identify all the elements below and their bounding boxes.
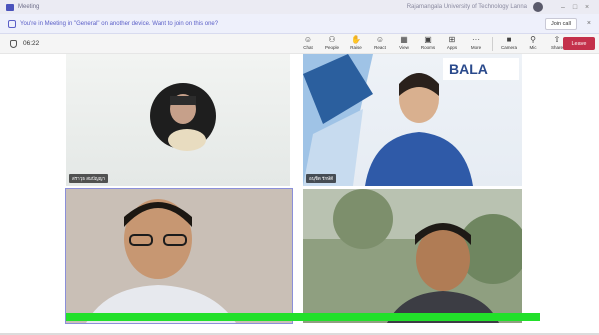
raise-hand-icon: ✋: [351, 35, 361, 44]
camera-button[interactable]: ■ Camera: [497, 35, 521, 51]
toolbar-buttons: ☺ Chat ⚇ People ✋ Raise ☺ React ▦ View ▣ Rooms…: [296, 35, 569, 51]
video-grid: สราวุธ สมปัญญา BALA อนุชิต รักษ์ดี Niwes…: [0, 54, 599, 335]
more-label: More: [470, 45, 482, 50]
participant-tile[interactable]: Chanon Chuenchan: [303, 189, 522, 323]
mic-button[interactable]: ⚲ Mic: [521, 35, 545, 51]
participant-avatar-video: [150, 83, 216, 151]
participant-video: BALA: [303, 54, 519, 186]
svg-text:BALA: BALA: [449, 61, 488, 77]
rooms-label: Rooms: [420, 45, 436, 50]
avatar[interactable]: [533, 2, 543, 12]
participant-video: [303, 189, 522, 323]
participant-tile[interactable]: Niwes Kanrun: [65, 188, 293, 324]
view-button[interactable]: ▦ View: [392, 35, 416, 51]
timer-text: 06:22: [23, 40, 40, 47]
participant-name: อนุชิต รักษ์ดี: [306, 174, 337, 183]
participant-name: สราวุธ สมปัญญา: [69, 174, 108, 183]
react-icon: ☺: [375, 35, 385, 44]
mic-label: Mic: [529, 45, 537, 50]
raise-button[interactable]: ✋ Raise: [344, 35, 368, 51]
close-window-button[interactable]: ×: [581, 4, 593, 11]
people-label: People: [324, 45, 339, 50]
rooms-button[interactable]: ▣ Rooms: [416, 35, 440, 51]
chat-icon: ☺: [303, 35, 313, 44]
meeting-timer: 06:22: [10, 39, 40, 48]
apps-button[interactable]: ⊞ Apps: [440, 35, 464, 51]
teams-icon: [6, 3, 14, 11]
toolbar-divider: [492, 37, 493, 51]
maximize-button[interactable]: □: [569, 4, 581, 11]
minimize-button[interactable]: –: [557, 4, 569, 11]
org-name: Rajamangala University of Technology Lan…: [406, 4, 527, 10]
apps-icon: ⊞: [448, 35, 456, 44]
banner-message: You're in Meeting in "General" on anothe…: [20, 20, 219, 27]
participant-tile[interactable]: BALA อนุชิต รักษ์ดี: [303, 54, 522, 186]
title-bar: Meeting Rajamangala University of Techno…: [0, 0, 599, 14]
join-call-button[interactable]: Join call: [545, 17, 577, 30]
react-button[interactable]: ☺ React: [368, 35, 392, 51]
device-icon: [8, 19, 16, 28]
raise-label: Raise: [350, 45, 362, 50]
banner-close-icon[interactable]: ×: [587, 20, 591, 27]
more-icon: ···: [472, 35, 480, 44]
leave-button[interactable]: Leave: [563, 37, 595, 50]
people-button[interactable]: ⚇ People: [320, 35, 344, 51]
chat-label: Chat: [303, 45, 313, 50]
view-label: View: [399, 45, 409, 50]
rooms-icon: ▣: [424, 35, 432, 44]
active-speaker-bar: [66, 313, 540, 321]
mic-icon: ⚲: [530, 35, 536, 44]
share-label: Share: [550, 45, 563, 50]
people-icon: ⚇: [328, 35, 336, 44]
share-icon: ⇧: [553, 35, 561, 44]
meeting-toolbar: 06:22 ☺ Chat ⚇ People ✋ Raise ☺ React ▦ View …: [0, 34, 599, 54]
view-icon: ▦: [400, 35, 408, 44]
react-label: React: [374, 45, 386, 50]
participant-tile[interactable]: สราวุธ สมปัญญา: [66, 54, 290, 186]
shield-icon: [10, 39, 17, 48]
apps-label: Apps: [446, 45, 458, 50]
notification-banner: You're in Meeting in "General" on anothe…: [0, 14, 599, 34]
camera-icon: ■: [506, 35, 512, 44]
camera-label: Camera: [500, 45, 517, 50]
participant-video: [66, 189, 292, 323]
chat-button[interactable]: ☺ Chat: [296, 35, 320, 51]
more-button[interactable]: ··· More: [464, 35, 488, 51]
app-title: Meeting: [18, 4, 40, 10]
